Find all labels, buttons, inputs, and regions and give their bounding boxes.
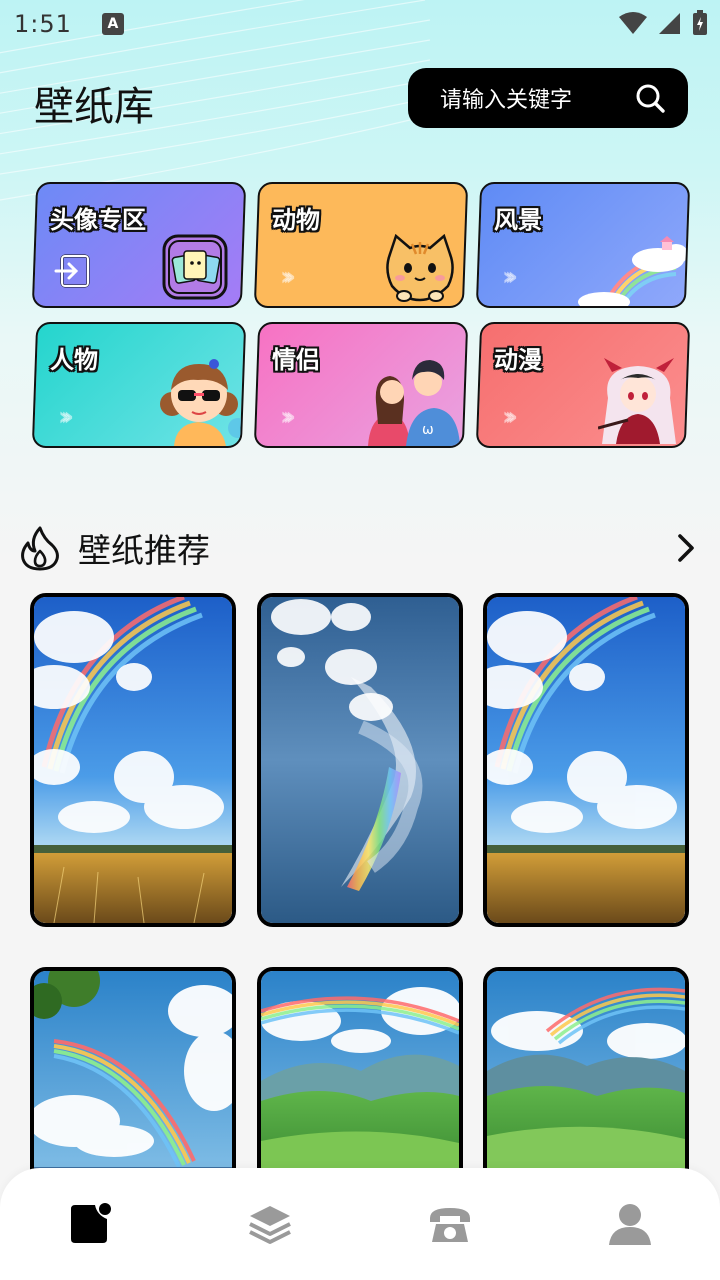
wallpaper-rainbow-field bbox=[487, 597, 685, 923]
status-icons bbox=[618, 10, 708, 36]
section-title: 壁纸推荐 bbox=[78, 531, 210, 570]
cat-illustration bbox=[386, 234, 454, 302]
layers-icon[interactable] bbox=[246, 1202, 294, 1246]
category-label: 情侣 bbox=[272, 346, 320, 374]
category-scenery[interactable]: 风景 ››› bbox=[475, 182, 691, 308]
couple-illustration: ω bbox=[368, 360, 460, 446]
wallpaper-card[interactable] bbox=[30, 593, 236, 927]
wallpaper-card[interactable] bbox=[483, 593, 689, 927]
wallpaper-rainbow-field bbox=[34, 597, 232, 923]
status-time: 1:51 bbox=[14, 10, 72, 38]
status-bar: 1:51 A bbox=[0, 0, 720, 48]
chevron-right-icon[interactable] bbox=[674, 530, 698, 566]
category-label: 人物 bbox=[50, 346, 98, 374]
category-label: 头像专区 bbox=[50, 206, 146, 234]
arrows-icon: ››› bbox=[280, 402, 289, 432]
category-label: 动漫 bbox=[494, 346, 542, 374]
phone-icon[interactable] bbox=[426, 1202, 474, 1246]
category-anime[interactable]: 动漫 ››› bbox=[475, 322, 691, 448]
arrows-icon: ››› bbox=[58, 402, 67, 432]
battery-icon bbox=[693, 10, 707, 35]
search-icon[interactable] bbox=[634, 82, 666, 114]
rainbow-cloud-illustration bbox=[578, 236, 686, 306]
wallpaper-card[interactable] bbox=[257, 593, 463, 927]
arrows-icon: ››› bbox=[502, 262, 511, 292]
search-bar[interactable]: 请输入关键字 bbox=[408, 68, 688, 128]
bottom-tab-bar bbox=[0, 1168, 720, 1280]
user-icon[interactable] bbox=[607, 1201, 653, 1247]
category-animal[interactable]: 动物 ››› bbox=[253, 182, 469, 308]
svg-text:ω: ω bbox=[422, 422, 434, 438]
photo-cards-icon bbox=[162, 234, 228, 300]
recommend-section-header: 壁纸推荐 bbox=[18, 522, 702, 574]
category-label: 动物 bbox=[272, 206, 320, 234]
wifi-icon bbox=[619, 12, 647, 34]
arrows-icon: ››› bbox=[280, 262, 289, 292]
category-people[interactable]: 人物 ››› bbox=[31, 322, 247, 448]
layers-tab[interactable] bbox=[246, 1200, 294, 1248]
page-title: 壁纸库 bbox=[34, 84, 154, 130]
signal-icon bbox=[659, 13, 680, 34]
home-tab[interactable] bbox=[66, 1200, 114, 1248]
category-avatar[interactable]: 头像专区 bbox=[31, 182, 247, 308]
category-label: 风景 bbox=[494, 206, 542, 234]
search-placeholder[interactable]: 请输入关键字 bbox=[440, 82, 572, 114]
anime-girl-illustration bbox=[598, 358, 676, 444]
wallpaper-icon[interactable] bbox=[67, 1201, 113, 1247]
wallpaper-rainbow-cloud bbox=[261, 597, 459, 923]
login-icon bbox=[54, 254, 90, 288]
arrows-icon: ››› bbox=[502, 402, 511, 432]
fire-icon bbox=[21, 526, 59, 571]
phone-tab[interactable] bbox=[426, 1200, 474, 1248]
girl-sunglasses-illustration bbox=[160, 359, 242, 446]
notification-icon: A bbox=[101, 13, 124, 35]
category-couple[interactable]: 情侣 ››› ω bbox=[253, 322, 469, 448]
profile-tab[interactable] bbox=[606, 1200, 654, 1248]
